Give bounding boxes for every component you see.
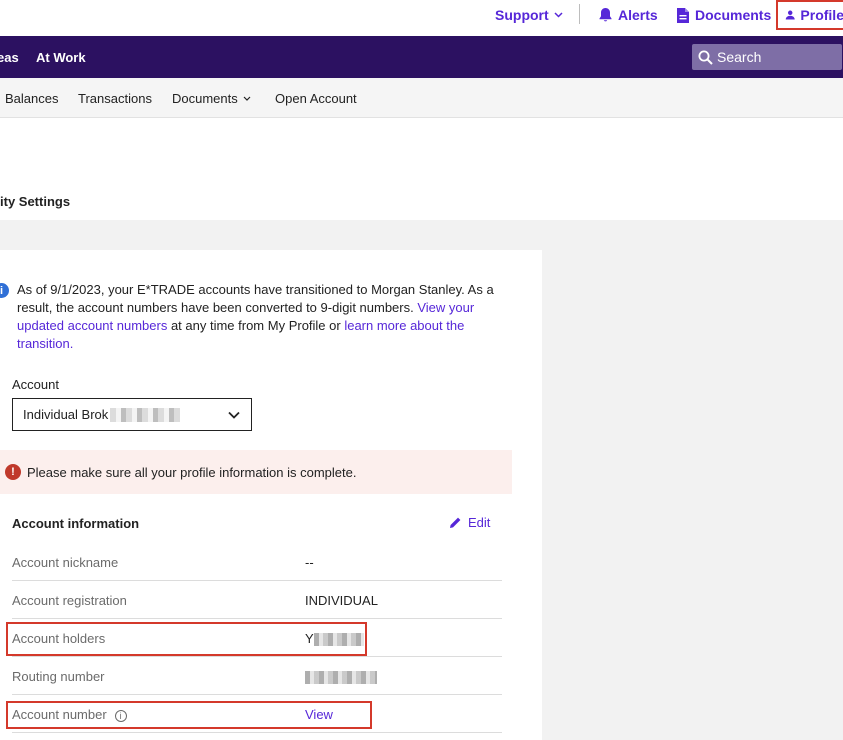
holder-initial: Y bbox=[305, 631, 314, 646]
redacted-account bbox=[110, 407, 181, 422]
search-input[interactable]: Search bbox=[692, 44, 842, 70]
nav-ideas[interactable]: eas bbox=[0, 36, 19, 78]
profile-label: Profile bbox=[800, 7, 843, 23]
account-select[interactable]: Individual Brok bbox=[12, 398, 252, 431]
chevron-down-icon bbox=[228, 411, 240, 419]
table-row: Account number i View bbox=[12, 695, 502, 733]
tab-transactions[interactable]: Transactions bbox=[78, 78, 152, 118]
row-label: Account number i bbox=[12, 707, 127, 722]
account-number-label: Account number bbox=[12, 707, 107, 722]
utility-bar: Support Alerts Documents Profile bbox=[0, 0, 843, 36]
redacted-holder bbox=[313, 633, 364, 647]
account-selected-value: Individual Brok bbox=[23, 407, 109, 422]
tab-balances[interactable]: Balances bbox=[5, 78, 58, 118]
search-placeholder: Search bbox=[717, 49, 762, 65]
alerts-link[interactable]: Alerts bbox=[598, 0, 658, 30]
chevron-down-icon bbox=[554, 12, 563, 18]
support-label: Support bbox=[495, 7, 549, 23]
document-icon bbox=[677, 7, 689, 23]
profile-link[interactable]: Profile bbox=[776, 0, 843, 30]
edit-label: Edit bbox=[468, 515, 491, 530]
account-information-title: Account information bbox=[12, 516, 140, 531]
row-label: Account holders bbox=[12, 631, 106, 646]
alert-text: Please make sure all your profile inform… bbox=[27, 464, 357, 480]
bell-icon bbox=[599, 8, 612, 22]
row-value: INDIVIDUAL bbox=[305, 593, 378, 608]
info-icon[interactable]: i bbox=[114, 709, 127, 722]
tab-documents[interactable]: Documents bbox=[172, 78, 251, 118]
row-value: Y bbox=[305, 631, 364, 647]
page-title: ity Settings bbox=[0, 194, 71, 209]
redacted-routing-number bbox=[305, 671, 377, 685]
view-account-number-link[interactable]: View bbox=[305, 707, 333, 722]
row-value: -- bbox=[305, 555, 314, 570]
tab-open-account[interactable]: Open Account bbox=[275, 78, 357, 118]
sub-nav: Balances Transactions Documents Open Acc… bbox=[0, 78, 843, 118]
table-row: Account registration INDIVIDUAL bbox=[12, 581, 502, 619]
utility-divider bbox=[579, 4, 580, 24]
chevron-down-icon bbox=[243, 96, 251, 101]
row-value bbox=[305, 669, 377, 685]
search-icon bbox=[698, 50, 713, 65]
documents-link[interactable]: Documents bbox=[676, 0, 771, 30]
main-nav: eas At Work Search bbox=[0, 36, 843, 78]
row-label: Account nickname bbox=[12, 555, 119, 570]
tab-documents-label: Documents bbox=[172, 90, 238, 106]
row-label: Account registration bbox=[12, 593, 127, 608]
pencil-icon bbox=[450, 517, 461, 528]
transition-notice: As of 9/1/2023, your E*TRADE accounts ha… bbox=[17, 281, 497, 353]
table-row: Routing number bbox=[12, 657, 502, 695]
alerts-label: Alerts bbox=[618, 7, 658, 23]
table-row: Account holders Y bbox=[12, 619, 502, 657]
documents-label: Documents bbox=[695, 7, 772, 23]
row-label: Routing number bbox=[12, 669, 105, 684]
person-icon bbox=[785, 10, 795, 20]
table-row: Account nickname -- bbox=[12, 543, 502, 581]
error-icon: ! bbox=[5, 464, 21, 480]
edit-button[interactable]: Edit bbox=[449, 515, 490, 530]
nav-at-work[interactable]: At Work bbox=[36, 36, 86, 78]
account-label: Account bbox=[12, 377, 59, 392]
profile-incomplete-alert: ! Please make sure all your profile info… bbox=[0, 450, 512, 494]
support-menu[interactable]: Support bbox=[495, 0, 568, 30]
notice-text-2: at any time from My Profile or bbox=[167, 318, 345, 333]
